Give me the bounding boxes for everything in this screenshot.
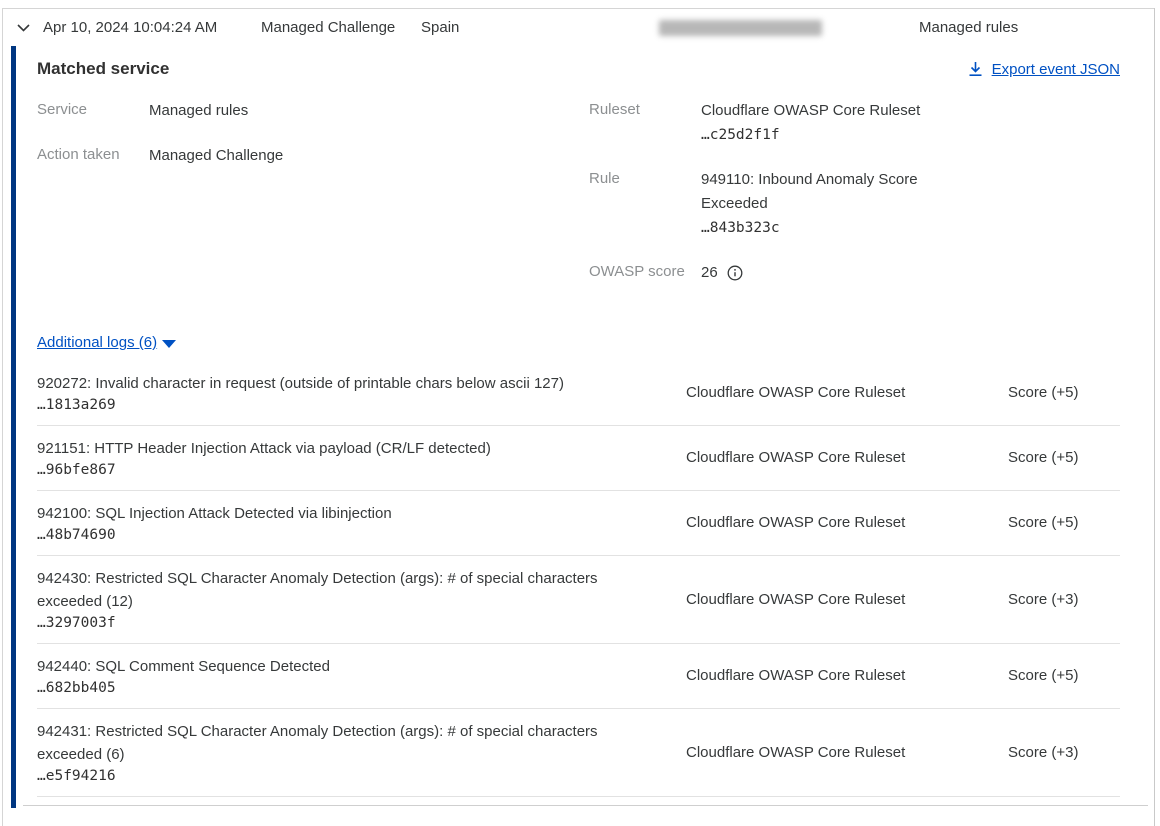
log-description: 942440: SQL Comment Sequence Detected (37, 655, 638, 678)
log-score: Score (+5) (1008, 449, 1078, 466)
log-ruleset: Cloudflare OWASP Core Ruleset (686, 384, 958, 401)
event-log-frame: Apr 10, 2024 10:04:24 AM Managed Challen… (2, 8, 1155, 826)
log-description: 920272: Invalid character in request (ou… (37, 372, 638, 395)
log-score: Score (+3) (1008, 591, 1078, 608)
log-rule-id: …96bfe867 (37, 462, 638, 478)
log-row: 920272: Invalid character in request (ou… (37, 361, 1120, 426)
log-score: Score (+5) (1008, 384, 1078, 401)
log-rule-id: …3297003f (37, 615, 638, 631)
triangle-down-icon (162, 340, 176, 348)
event-country: Spain (421, 19, 659, 36)
accent-bar (11, 46, 16, 808)
log-ruleset: Cloudflare OWASP Core Ruleset (686, 667, 958, 684)
ruleset-value: Cloudflare OWASP Core Ruleset (701, 99, 920, 123)
additional-logs-label: Additional logs (6) (37, 334, 157, 351)
log-row: 942430: Restricted SQL Character Anomaly… (37, 556, 1120, 644)
event-summary-row[interactable]: Apr 10, 2024 10:04:24 AM Managed Challen… (3, 8, 1154, 46)
log-ruleset: Cloudflare OWASP Core Ruleset (686, 744, 958, 761)
panel-title: Matched service (37, 59, 169, 79)
event-action: Managed Challenge (261, 19, 421, 36)
log-description: 921151: HTTP Header Injection Attack via… (37, 437, 638, 460)
service-field: Service Managed rules (37, 99, 589, 123)
log-score: Score (+3) (1008, 744, 1078, 761)
rule-id: …843b323c (701, 216, 951, 240)
rule-label: Rule (589, 168, 701, 240)
log-rule-id: …e5f94216 (37, 768, 638, 784)
download-icon (968, 61, 983, 77)
log-row: 942100: SQL Injection Attack Detected vi… (37, 491, 1120, 556)
event-details-panel: Matched service Export event JSON Servic… (3, 46, 1154, 797)
log-score: Score (+5) (1008, 514, 1078, 531)
owasp-score-field: OWASP score 26 (589, 261, 1120, 285)
owasp-score-value: 26 (701, 261, 718, 285)
ruleset-label: Ruleset (589, 99, 701, 147)
log-description: 942431: Restricted SQL Character Anomaly… (37, 720, 638, 766)
chevron-down-icon[interactable] (15, 20, 31, 36)
info-icon[interactable] (727, 265, 743, 281)
log-score: Score (+5) (1008, 667, 1078, 684)
row-bottom-divider (23, 797, 1148, 806)
log-row: 942440: SQL Comment Sequence Detected …6… (37, 644, 1120, 709)
additional-logs-toggle[interactable]: Additional logs (6) (37, 334, 176, 351)
additional-logs-list: 920272: Invalid character in request (ou… (37, 361, 1120, 797)
owasp-score-label: OWASP score (589, 261, 701, 285)
event-service: Managed rules (919, 19, 1018, 36)
service-value: Managed rules (149, 99, 248, 123)
event-timestamp: Apr 10, 2024 10:04:24 AM (43, 19, 261, 36)
export-link-label: Export event JSON (992, 61, 1120, 78)
log-description: 942100: SQL Injection Attack Detected vi… (37, 502, 638, 525)
service-label: Service (37, 99, 149, 123)
log-ruleset: Cloudflare OWASP Core Ruleset (686, 449, 958, 466)
ruleset-field: Ruleset Cloudflare OWASP Core Ruleset …c… (589, 99, 1120, 147)
log-rule-id: …1813a269 (37, 397, 638, 413)
action-taken-label: Action taken (37, 144, 149, 168)
log-rule-id: …48b74690 (37, 527, 638, 543)
action-taken-value: Managed Challenge (149, 144, 283, 168)
rule-value: 949110: Inbound Anomaly Score Exceeded (701, 168, 951, 216)
log-ruleset: Cloudflare OWASP Core Ruleset (686, 514, 958, 531)
redacted-text (659, 20, 822, 36)
action-taken-field: Action taken Managed Challenge (37, 144, 589, 168)
log-description: 942430: Restricted SQL Character Anomaly… (37, 567, 638, 613)
ruleset-id: …c25d2f1f (701, 123, 920, 147)
log-row: 942431: Restricted SQL Character Anomaly… (37, 709, 1120, 797)
rule-field: Rule 949110: Inbound Anomaly Score Excee… (589, 168, 1120, 240)
log-ruleset: Cloudflare OWASP Core Ruleset (686, 591, 958, 608)
export-event-json-link[interactable]: Export event JSON (968, 61, 1120, 78)
log-rule-id: …682bb405 (37, 680, 638, 696)
log-row: 921151: HTTP Header Injection Attack via… (37, 426, 1120, 491)
